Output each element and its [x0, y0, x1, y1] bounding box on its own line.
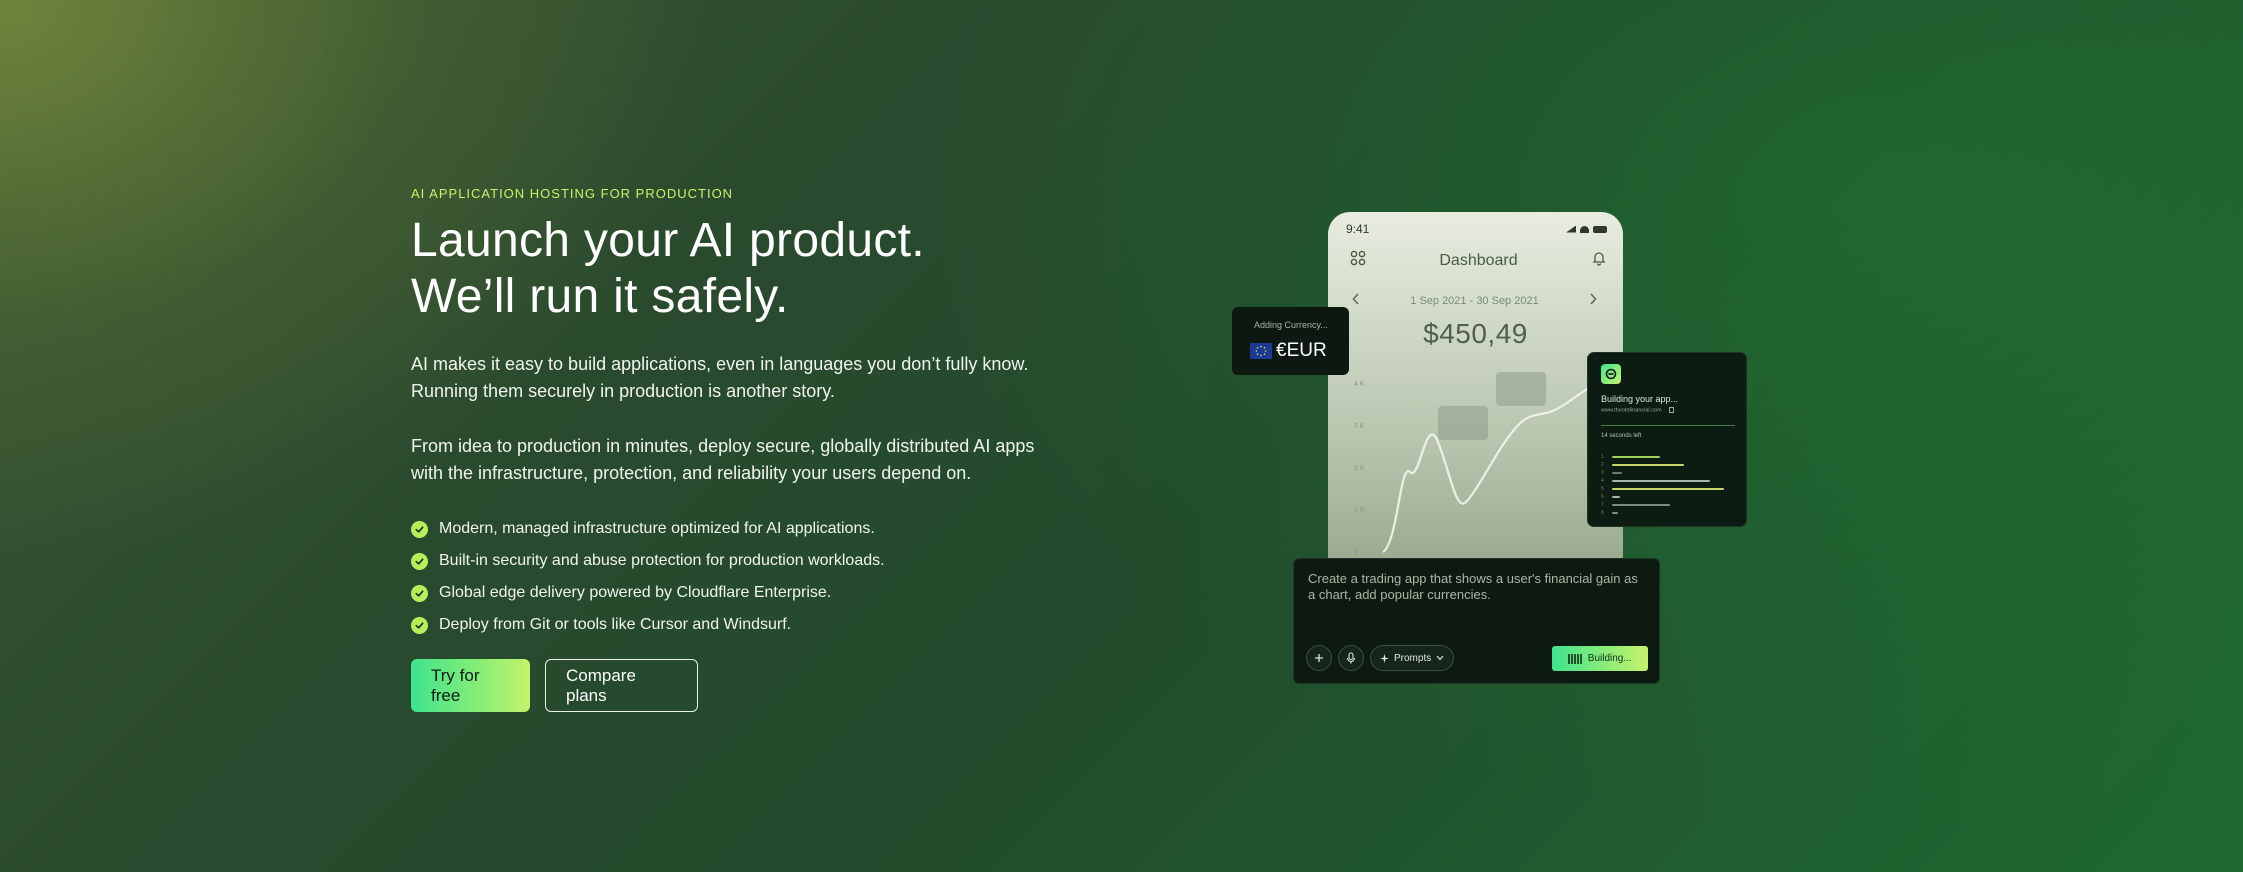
grid-icon[interactable] — [1350, 250, 1366, 271]
feature-item: Modern, managed infrastructure optimized… — [411, 513, 1071, 545]
bars-icon — [1568, 653, 1582, 664]
app-title: Dashboard — [1439, 251, 1518, 269]
chart-tooltip-blur — [1438, 406, 1488, 440]
currency-value-row: €EUR — [1232, 330, 1349, 362]
hero-section: AI APPLICATION HOSTING FOR PRODUCTION La… — [411, 186, 1071, 712]
feature-text: Built-in security and abuse protection f… — [439, 552, 885, 569]
prompts-dropdown[interactable]: Prompts — [1370, 645, 1455, 671]
check-icon — [411, 616, 428, 634]
currency-value: €EUR — [1276, 340, 1327, 361]
balance-amount: $450,49 — [1423, 318, 1528, 349]
chevron-down-icon — [1436, 655, 1444, 661]
feature-item: Deploy from Git or tools like Cursor and… — [411, 609, 1071, 641]
chart-tooltip-blur — [1496, 372, 1546, 406]
voice-button[interactable] — [1338, 645, 1364, 671]
try-for-free-button[interactable]: Try for free — [411, 659, 530, 712]
y-tick-label: 2 K — [1354, 465, 1365, 472]
build-time-left: 14 seconds left — [1601, 433, 1642, 439]
balance-chart: 4 K 3 K 2 K 1 K 0 — [1354, 368, 1623, 556]
build-progress-card: Building your app... www.theotofinancial… — [1587, 352, 1747, 527]
build-url-row: www.theotofinancial.com — [1601, 407, 1675, 414]
code-line: 5 — [1601, 485, 1735, 493]
hero-paragraph-1: AI makes it easy to build applications, … — [411, 354, 1029, 401]
plus-icon — [1315, 654, 1323, 662]
building-label: Building... — [1587, 653, 1632, 664]
hero-headline: Launch your AI product. We’ll run it saf… — [411, 213, 1071, 325]
y-tick-label: 4 K — [1354, 381, 1365, 388]
date-range-row: 1 Sep 2021 - 30 Sep 2021 — [1328, 271, 1623, 308]
feature-text: Deploy from Git or tools like Cursor and… — [439, 616, 792, 633]
chevron-right-icon[interactable] — [1589, 293, 1597, 308]
code-line: 3 — [1601, 469, 1735, 477]
prompt-toolbar: Prompts — [1306, 645, 1455, 671]
signal-icon — [1566, 225, 1576, 233]
headline-line-2: We’ll run it safely. — [411, 270, 789, 323]
check-icon — [411, 552, 428, 570]
prompt-text[interactable]: Create a trading app that shows a user's… — [1308, 571, 1648, 603]
build-title: Building your app... — [1601, 394, 1679, 404]
app-logo-icon — [1601, 364, 1621, 384]
wifi-icon — [1580, 225, 1589, 233]
build-progress-bar — [1601, 425, 1735, 426]
phone-mockup: 9:41 Dashboard 1 Sep 2021 - 30 Sep 2021 … — [1328, 212, 1623, 572]
y-tick-label: 0 — [1354, 549, 1358, 556]
headline-line-1: Launch your AI product. — [411, 214, 925, 267]
battery-icon — [1593, 225, 1607, 233]
y-tick-label: 3 K — [1354, 423, 1365, 430]
hero-paragraph-2: From idea to production in minutes, depl… — [411, 436, 1035, 483]
code-line: 8 — [1601, 509, 1735, 517]
building-button[interactable]: Building... — [1552, 646, 1648, 671]
status-time: 9:41 — [1346, 222, 1370, 236]
code-line: 1 — [1601, 453, 1735, 461]
feature-list: Modern, managed infrastructure optimized… — [411, 513, 1071, 641]
code-line: 7 — [1601, 501, 1735, 509]
y-tick-label: 1 K — [1354, 507, 1365, 514]
feature-item: Global edge delivery powered by Cloudfla… — [411, 577, 1071, 609]
prompt-input-box[interactable]: Create a trading app that shows a user's… — [1293, 558, 1660, 684]
build-url: www.theotofinancial.com — [1601, 407, 1662, 414]
compare-plans-button[interactable]: Compare plans — [545, 659, 698, 712]
chevron-left-icon[interactable] — [1352, 293, 1360, 308]
eu-flag-icon — [1250, 343, 1272, 359]
feature-item: Built-in security and abuse protection f… — [411, 545, 1071, 577]
cta-row: Try for free Compare plans — [411, 659, 1071, 712]
check-icon — [411, 584, 428, 602]
feature-text: Modern, managed infrastructure optimized… — [439, 520, 875, 537]
code-line: 4 — [1601, 477, 1735, 485]
mic-icon — [1346, 652, 1356, 664]
code-line: 2 — [1601, 461, 1735, 469]
check-icon — [411, 520, 428, 538]
add-button[interactable] — [1306, 645, 1332, 671]
date-range-label: 1 Sep 2021 - 30 Sep 2021 — [1410, 294, 1539, 307]
currency-status-label: Adding Currency... — [1254, 320, 1328, 330]
sparkle-icon — [1380, 653, 1389, 663]
app-header: Dashboard — [1328, 236, 1623, 271]
feature-text: Global edge delivery powered by Cloudfla… — [439, 584, 832, 601]
status-icons — [1566, 225, 1607, 233]
bell-icon[interactable] — [1591, 250, 1607, 271]
code-line: 6 — [1601, 493, 1735, 501]
code-preview: 1 2 3 4 5 6 7 8 — [1601, 453, 1735, 517]
currency-card: Adding Currency... €EUR — [1232, 307, 1349, 375]
prompts-label: Prompts — [1394, 652, 1432, 664]
eyebrow-label: AI APPLICATION HOSTING FOR PRODUCTION — [411, 186, 734, 201]
status-bar: 9:41 — [1328, 212, 1623, 236]
copy-icon[interactable] — [1669, 407, 1675, 413]
